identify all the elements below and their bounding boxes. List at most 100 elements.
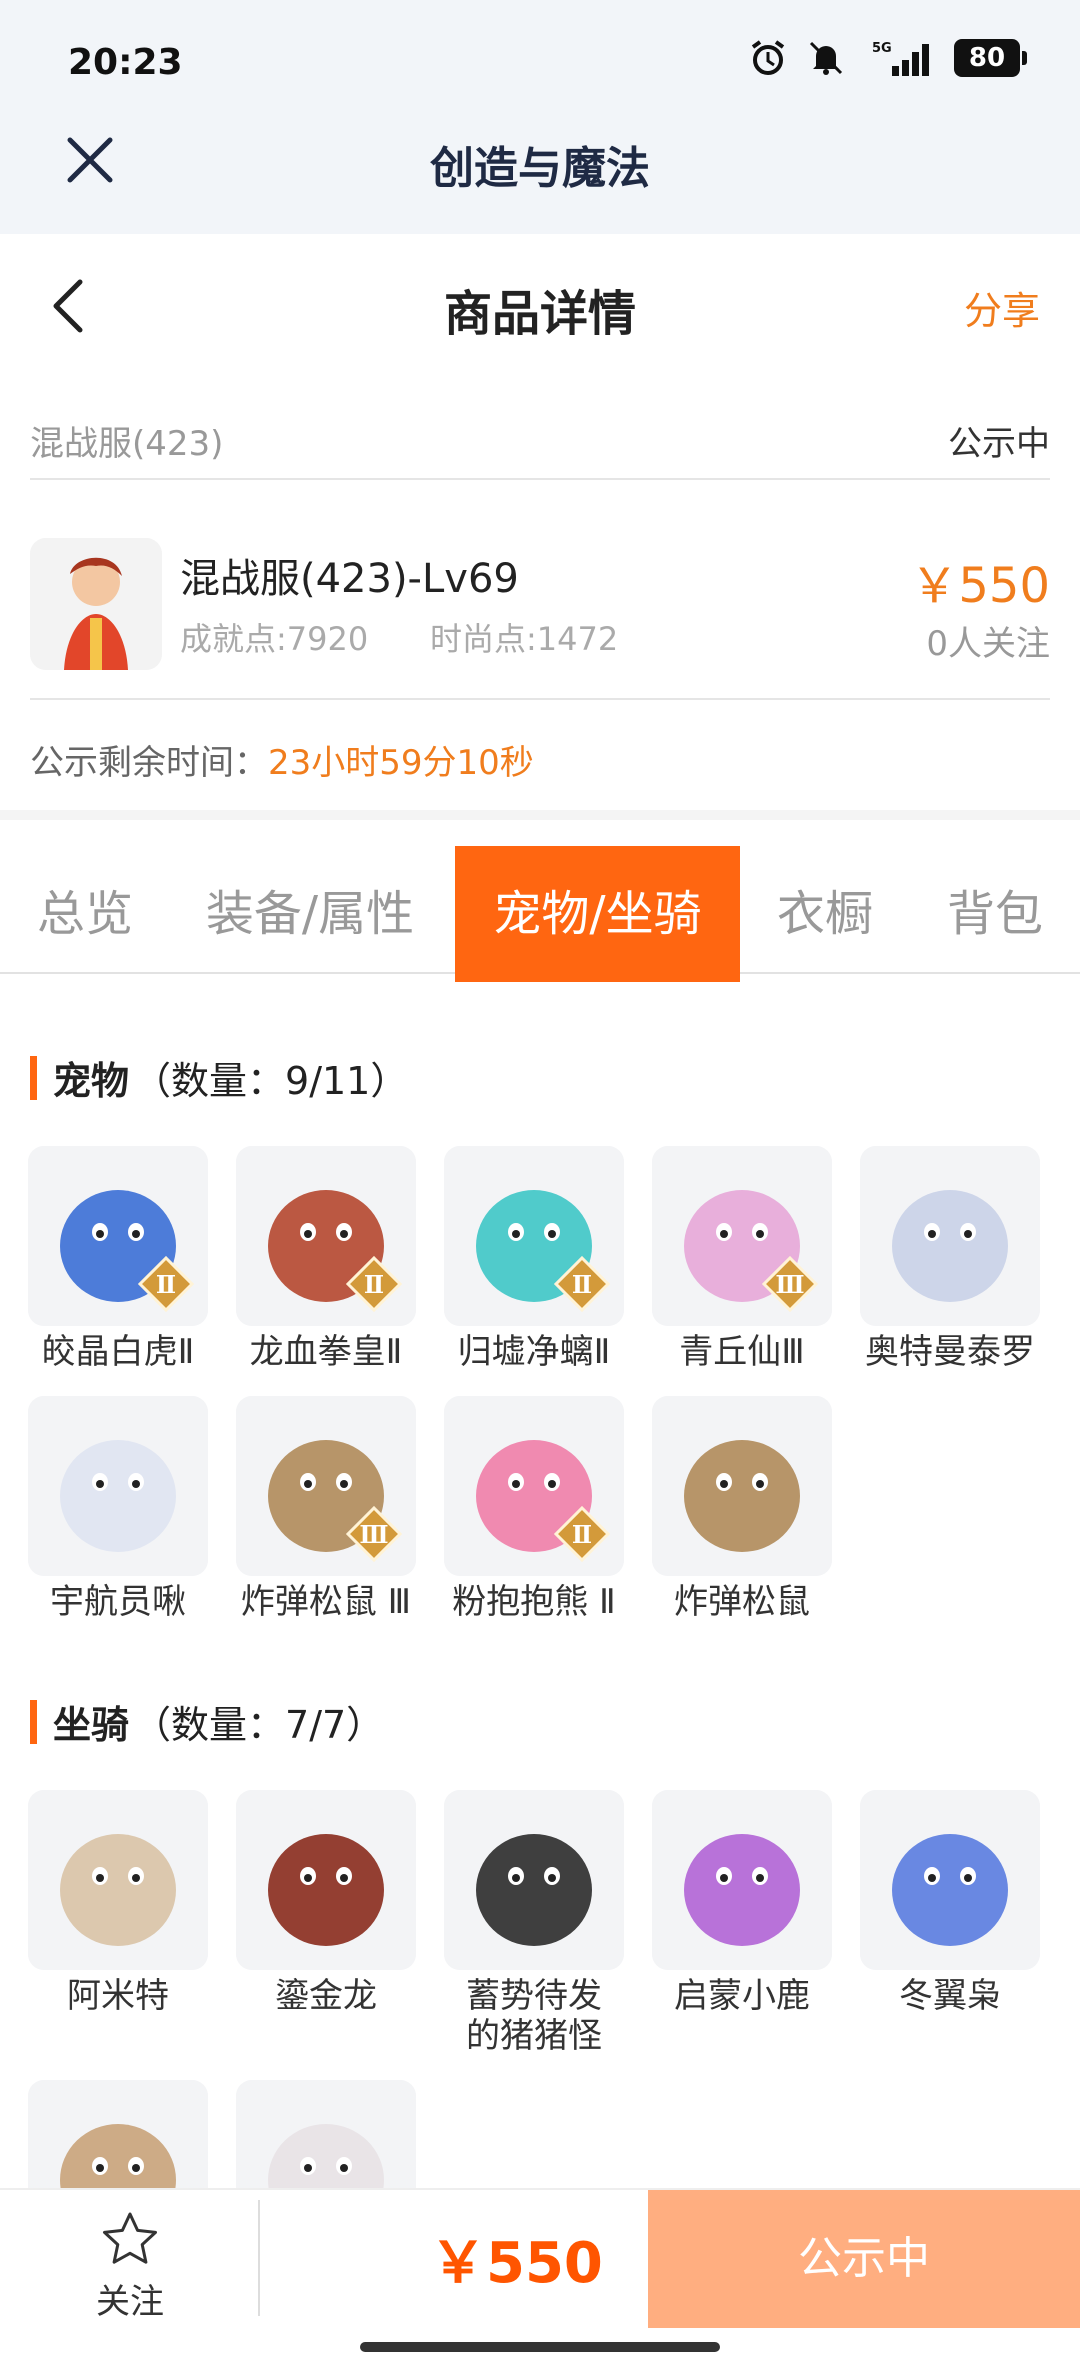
tier-badge-icon: Ⅱ — [554, 1506, 610, 1562]
mount-label: 启蒙小鹿 — [674, 1976, 810, 2016]
svg-text:Ⅱ: Ⅱ — [572, 1270, 592, 1299]
white-dragon-mount-image — [236, 2080, 416, 2188]
tier-badge-icon: Ⅱ — [138, 1256, 194, 1312]
pet-label: 炸弹松鼠 Ⅲ — [240, 1582, 412, 1622]
section-accent-bar — [30, 1055, 37, 1100]
pet-item[interactable]: Ⅲ 青丘仙Ⅲ — [652, 1146, 832, 1372]
remaining-time: 公示剩余时间：23小时59分10秒 — [30, 735, 534, 784]
svg-text:5G: 5G — [872, 41, 892, 56]
pets-title: 宠物 — [53, 1059, 130, 1103]
mount-label: 蓄势待发的猪猪怪 — [466, 1976, 602, 2056]
star-icon — [103, 2212, 157, 2264]
signal-5g-icon: 5G — [872, 41, 929, 76]
server-status: 公示中 — [948, 424, 1050, 464]
publicity-button[interactable]: 公示中 — [648, 2190, 1080, 2328]
battery-icon: 80 — [954, 39, 1027, 77]
white-tiger-pet-image: Ⅱ — [28, 1146, 208, 1326]
eagle-mount-image — [28, 2080, 208, 2188]
mount-item[interactable]: 阿米特 — [28, 1790, 208, 2016]
section-accent-bar — [30, 1699, 37, 1744]
svg-text:Ⅱ: Ⅱ — [572, 1520, 592, 1549]
tab-equipment[interactable]: 装备/属性 — [190, 846, 430, 982]
bottom-price: ￥550 — [430, 2231, 603, 2296]
product-price: ￥550 — [910, 558, 1050, 614]
pig-monster-mount-image — [444, 1790, 624, 1970]
app-title: 创造与魔法 — [430, 143, 650, 194]
svg-text:Ⅱ: Ⅱ — [156, 1270, 176, 1299]
pet-item[interactable]: Ⅱ 归墟净螭Ⅱ — [444, 1146, 624, 1372]
mount-label: 鎏金龙 — [275, 1976, 377, 2016]
share-button[interactable]: 分享 — [964, 280, 1040, 335]
home-indicator[interactable] — [360, 2342, 720, 2352]
gold-dragon-mount-image — [236, 1790, 416, 1970]
pets-count: （数量：9/11） — [133, 1059, 409, 1103]
pet-item[interactable]: 奥特曼泰罗 — [860, 1146, 1040, 1372]
follower-count: 0人关注 — [926, 624, 1050, 664]
mount-item[interactable]: 冬翼枭 — [860, 1790, 1040, 2016]
pet-item[interactable]: Ⅲ 炸弹松鼠 Ⅲ — [236, 1396, 416, 1622]
svg-text:Ⅱ: Ⅱ — [364, 1270, 384, 1299]
pet-item[interactable]: 炸弹松鼠 — [652, 1396, 832, 1622]
bottom-bar: 关注 ￥550 公示中 — [0, 2188, 1080, 2328]
tier-badge-icon: Ⅱ — [554, 1256, 610, 1312]
tier-badge-icon: Ⅲ — [346, 1506, 402, 1562]
remaining-time-label: 公示剩余时间： — [30, 743, 268, 783]
water-dragon-pet-image: Ⅱ — [444, 1146, 624, 1326]
mount-item[interactable] — [236, 2080, 416, 2188]
bomb-squirrel-pet-image — [652, 1396, 832, 1576]
tab-bar: 总览 装备/属性 宠物/坐骑 衣橱 背包 — [0, 810, 1080, 982]
dragon-blood-pet-image: Ⅱ — [236, 1146, 416, 1326]
mount-label: 阿米特 — [67, 1976, 169, 2016]
mounts-title: 坐骑 — [53, 1703, 130, 1747]
tab-pets-mounts[interactable]: 宠物/坐骑 — [455, 846, 740, 982]
pet-item[interactable]: 宇航员啾 — [28, 1396, 208, 1622]
pet-label: 粉抱抱熊 Ⅱ — [452, 1582, 616, 1622]
pet-item[interactable]: Ⅱ 龙血拳皇Ⅱ — [236, 1146, 416, 1372]
achievement-points: 成就点:7920 — [180, 620, 369, 658]
pet-label: 奥特曼泰罗 — [865, 1332, 1035, 1372]
pet-label: 皎晶白虎Ⅱ — [41, 1332, 195, 1372]
owl-mount-image — [860, 1790, 1040, 1970]
app-bar: 创造与魔法 — [0, 110, 1080, 234]
tab-overview[interactable]: 总览 — [10, 846, 160, 982]
pet-item[interactable]: Ⅱ 粉抱抱熊 Ⅱ — [444, 1396, 624, 1622]
bomb-squirrel-pet-image: Ⅲ — [236, 1396, 416, 1576]
mounts-count: （数量：7/7） — [133, 1703, 385, 1747]
follow-button[interactable]: 关注 — [60, 2210, 200, 2323]
mount-item[interactable]: 启蒙小鹿 — [652, 1790, 832, 2016]
server-name: 混战服(423) — [30, 424, 224, 464]
page-header: 商品详情 分享 — [0, 234, 1080, 374]
alarm-icon — [751, 40, 785, 75]
status-icons: 5G 80 — [748, 38, 1027, 78]
tab-wardrobe[interactable]: 衣橱 — [760, 846, 890, 982]
tier-badge-icon: Ⅱ — [346, 1256, 402, 1312]
page-title: 商品详情 — [443, 286, 636, 342]
svg-text:Ⅲ: Ⅲ — [775, 1270, 804, 1299]
tab-backpack[interactable]: 背包 — [920, 846, 1070, 982]
ultraman-pet-image — [860, 1146, 1040, 1326]
server-row: 混战服(423) 公示中 — [30, 400, 1050, 480]
character-avatar — [30, 538, 162, 670]
fox-fairy-pet-image: Ⅲ — [652, 1146, 832, 1326]
pink-bear-pet-image: Ⅱ — [444, 1396, 624, 1576]
fashion-points: 时尚点:1472 — [430, 620, 619, 658]
mute-bell-icon — [809, 41, 843, 75]
status-bar: 20:23 5G 80 — [0, 0, 1080, 110]
svg-text:Ⅲ: Ⅲ — [359, 1520, 388, 1549]
status-time: 20:23 — [68, 42, 183, 83]
product-card: 混战服(423)-Lv69 成就点:7920 时尚点:1472 ￥550 0人关… — [30, 510, 1050, 700]
pet-label: 龙血拳皇Ⅱ — [249, 1332, 403, 1372]
mount-label: 冬翼枭 — [899, 1976, 1001, 2016]
divider — [258, 2200, 260, 2316]
follow-label: 关注 — [96, 2282, 164, 2322]
mount-item[interactable]: 鎏金龙 — [236, 1790, 416, 2016]
mounts-section-title: 坐骑 （数量：7/7） — [30, 1694, 384, 1749]
pet-label: 炸弹松鼠 — [674, 1582, 810, 1622]
mount-item[interactable]: 蓄势待发的猪猪怪 — [444, 1790, 624, 2056]
tier-badge-icon: Ⅲ — [762, 1256, 818, 1312]
pet-label: 青丘仙Ⅲ — [679, 1332, 805, 1372]
mount-item[interactable] — [28, 2080, 208, 2188]
astronaut-pet-image — [28, 1396, 208, 1576]
pet-item[interactable]: Ⅱ 皎晶白虎Ⅱ — [28, 1146, 208, 1372]
deer-mount-image — [652, 1790, 832, 1970]
